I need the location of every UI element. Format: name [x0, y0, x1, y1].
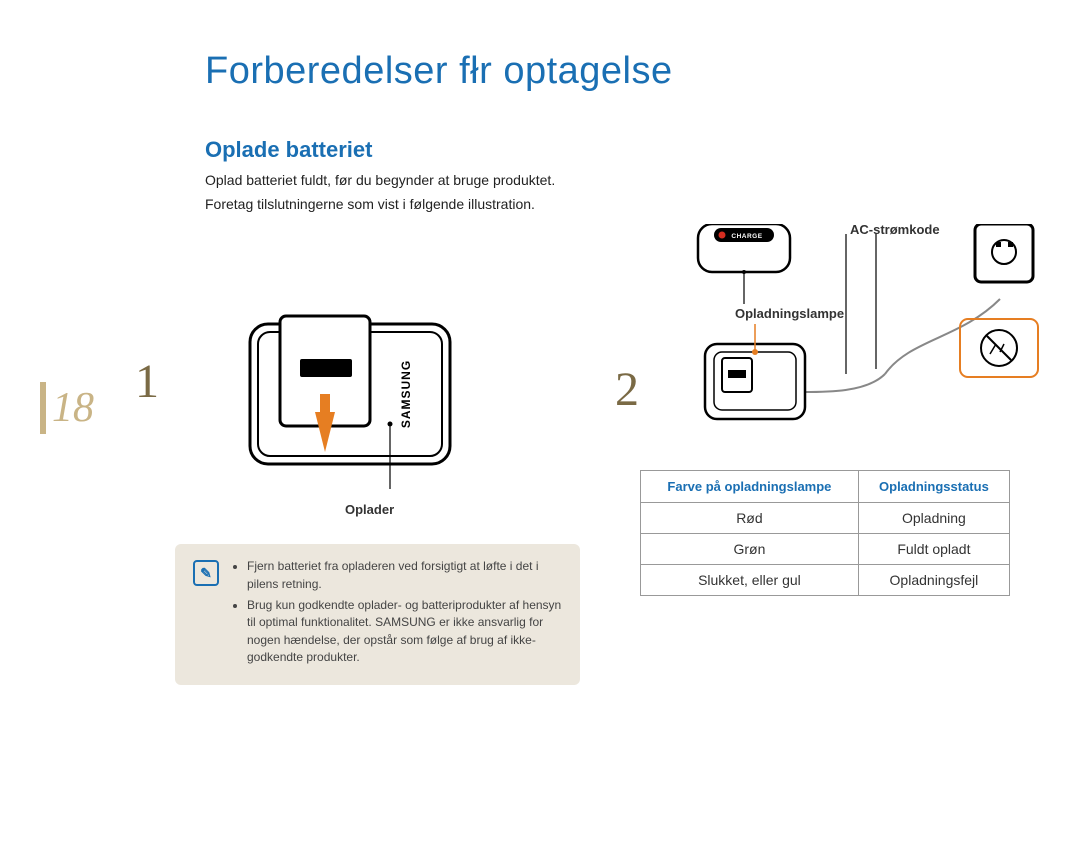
section-title: Oplade batteriet [205, 137, 1080, 163]
table-row: Slukket, eller gul Opladningsfejl [641, 565, 1010, 596]
note-box: ✎ Fjern batteriet fra opladeren ved fors… [175, 544, 580, 684]
note-icon: ✎ [193, 560, 219, 586]
brand-text: SAMSUNG [399, 360, 413, 428]
intro-text-2: Foretag tilslutningerne som vist i følge… [205, 195, 565, 215]
intro-text-1: Oplad batteriet fuldt, før du begynder a… [205, 171, 565, 191]
page-number-bar [40, 382, 46, 434]
ac-power-label: AC-strømkode [850, 222, 940, 237]
page-title: Forberedelser fłr optagelse [205, 50, 1080, 93]
svg-text:CHARGE: CHARGE [731, 233, 762, 240]
page-number-block: 18 [40, 382, 94, 434]
charging-lamp-label: Opladningslampe [735, 306, 844, 321]
note-item: Fjern batteriet fra opladeren ved forsig… [247, 558, 562, 593]
step-number-1: 1 [135, 354, 159, 409]
step-number-2: 2 [615, 362, 639, 417]
charger-insert-diagram: SAMSUNG [240, 304, 470, 494]
table-row: Rød Opladning [641, 503, 1010, 534]
table-header-color: Farve på opladningslampe [641, 471, 859, 503]
charger-wall-diagram: CHARGE AC-strømkode Opladningslampe [660, 224, 1080, 454]
table-header-status: Opladningsstatus [858, 471, 1009, 503]
charging-status-table: Farve på opladningslampe Opladningsstatu… [640, 470, 1010, 596]
table-row: Grøn Fuldt opladt [641, 534, 1010, 565]
note-item: Brug kun godkendte oplader- og batteripr… [247, 597, 562, 667]
charger-label: Oplader [345, 502, 394, 517]
page-number: 18 [52, 384, 94, 432]
